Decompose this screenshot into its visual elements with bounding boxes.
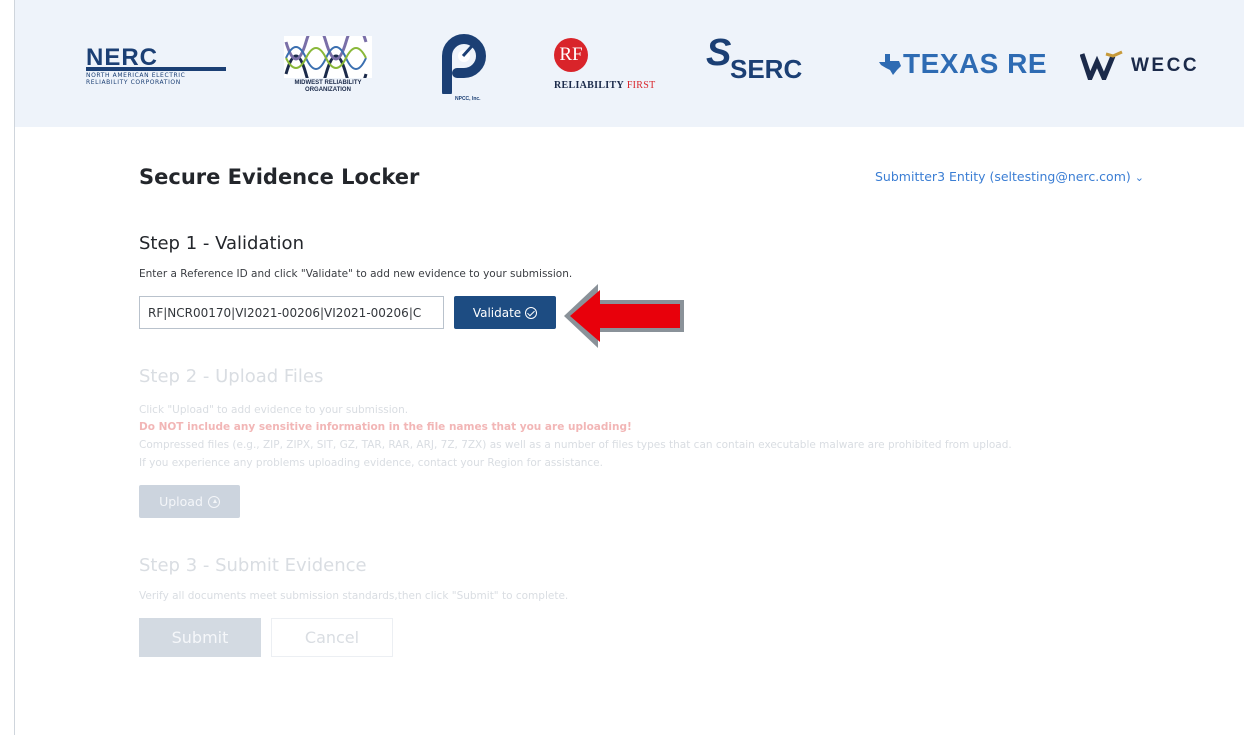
mro-logo-text: MIDWEST RELIABILITY ORGANIZATION (294, 80, 362, 93)
texas-state-icon (879, 54, 901, 75)
step3-description: Verify all documents meet submission sta… (139, 590, 569, 602)
serc-logo-text: SERC (730, 54, 803, 84)
serc-swirl-icon: S (706, 32, 732, 74)
validate-button[interactable]: Validate (454, 296, 556, 329)
step2-warning: Do NOT include any sensitive information… (139, 421, 632, 433)
upload-button[interactable]: Upload (139, 485, 240, 518)
annotation-arrow (564, 284, 684, 348)
rf-logo-text: RELIABILITY FIRST (554, 80, 656, 91)
wecc-mountain-icon (1080, 50, 1123, 80)
user-account-menu[interactable]: Submitter3 Entity (seltesting@nerc.com) ⌄ (875, 169, 1144, 184)
step2-line4: If you experience any problems uploading… (139, 457, 603, 469)
reference-id-input[interactable] (139, 296, 444, 329)
step1-title: Step 1 - Validation (139, 233, 304, 254)
step2-line3: Compressed files (e.g., ZIP, ZIPX, SIT, … (139, 439, 1012, 451)
wecc-logo-text: WECC (1131, 55, 1200, 76)
rf-mark-icon: RF (554, 38, 588, 72)
logo-banner (15, 0, 1244, 127)
step3-title: Step 3 - Submit Evidence (139, 555, 367, 576)
validate-button-label: Validate (472, 305, 522, 320)
texasre-logo-text: TEXAS RE (903, 48, 1048, 79)
cancel-button[interactable]: Cancel (271, 618, 393, 657)
submit-button[interactable]: Submit (139, 618, 261, 657)
mro-wave-icon (284, 36, 372, 78)
page-title: Secure Evidence Locker (139, 165, 420, 189)
step1-description: Enter a Reference ID and click "Validate… (139, 268, 573, 280)
chevron-down-icon: ⌄ (1134, 171, 1144, 184)
nerc-logo-subtitle: NORTH AMERICAN ELECTRIC RELIABILITY CORP… (86, 72, 186, 86)
nerc-logo-rule (86, 67, 226, 71)
check-circle-icon (525, 306, 538, 319)
step2-title: Step 2 - Upload Files (139, 366, 324, 387)
step2-line1: Click "Upload" to add evidence to your s… (139, 404, 409, 416)
upload-arrow-icon (207, 495, 220, 508)
npcc-p-icon (442, 34, 486, 94)
user-account-label: Submitter3 Entity (seltesting@nerc.com) (875, 169, 1131, 184)
npcc-logo-text: NPCC, Inc. (455, 96, 481, 102)
upload-button-label: Upload (159, 494, 203, 509)
